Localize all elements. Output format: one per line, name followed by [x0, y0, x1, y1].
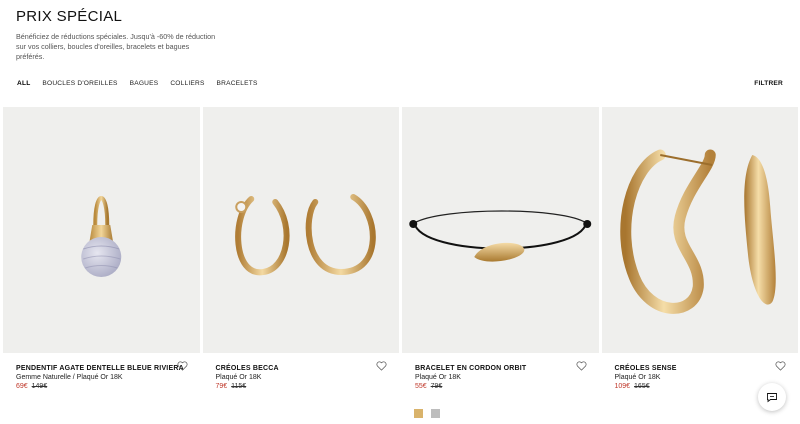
filter-all[interactable]: ALL — [17, 80, 30, 87]
product-material: Plaqué Or 18K — [415, 374, 461, 381]
chat-button[interactable] — [758, 383, 786, 411]
becca-hoops-image — [234, 194, 376, 276]
original-price: 79€ — [430, 383, 443, 390]
filter-earrings[interactable]: BOUCLES D'OREILLES — [42, 80, 117, 87]
product-image-sense[interactable] — [601, 107, 798, 353]
product-card[interactable]: PENDENTIF AGATE DENTELLE BLEUE RIVIERA G… — [3, 107, 200, 390]
product-material: Gemme Naturelle / Plaqué Or 18K — [16, 374, 123, 381]
product-card[interactable]: CRÉOLES BECCA Plaqué Or 18K 79€ 115€ — [202, 107, 400, 390]
original-price: 165€ — [634, 383, 650, 390]
product-card[interactable]: CRÉOLES SENSE Plaqué Or 18K 109€ 165€ — [601, 107, 798, 390]
sale-price: 69€ — [16, 383, 28, 390]
filter-rings[interactable]: BAGUES — [130, 80, 159, 87]
product-image-becca[interactable] — [202, 107, 399, 353]
heart-icon[interactable] — [775, 361, 786, 371]
filter-bracelets[interactable]: BRACELETS — [217, 80, 258, 87]
page-header: PRIX SPÉCIAL Bénéficiez de réductions sp… — [16, 8, 216, 62]
original-price: 149€ — [31, 383, 48, 390]
sale-price: 79€ — [215, 383, 228, 390]
filter-button[interactable]: FILTRER — [754, 80, 783, 87]
product-name[interactable]: CRÉOLES SENSE — [615, 365, 787, 372]
product-name[interactable]: CRÉOLES BECCA — [216, 365, 388, 372]
product-name[interactable]: PENDENTIF AGATE DENTELLE BLEUE RIVIERA — [16, 365, 188, 372]
heart-icon[interactable] — [576, 361, 587, 371]
heart-icon[interactable] — [376, 361, 387, 371]
cord-bracelet-image — [409, 210, 592, 262]
product-material: Plaqué Or 18K — [215, 374, 262, 381]
page-description: Bénéficiez de réductions spéciales. Jusq… — [16, 32, 216, 61]
filter-necklaces[interactable]: COLLIERS — [170, 80, 204, 87]
product-info: BRACELET EN CORDON ORBIT Plaqué Or 18K 5… — [402, 353, 599, 390]
product-material: Plaqué Or 18K — [614, 374, 661, 381]
pendant-image — [81, 196, 122, 277]
color-swatches — [414, 409, 440, 418]
gold-swatch[interactable] — [414, 409, 423, 418]
silver-swatch[interactable] — [431, 409, 440, 418]
chat-icon — [767, 392, 777, 402]
product-image-bracelet[interactable] — [402, 107, 599, 353]
product-price: 79€ 115€ — [216, 383, 388, 390]
sale-price: 55€ — [415, 383, 427, 390]
heart-icon[interactable] — [177, 361, 188, 371]
page-title: PRIX SPÉCIAL — [16, 8, 123, 25]
original-price: 115€ — [231, 383, 247, 390]
product-card[interactable]: BRACELET EN CORDON ORBIT Plaqué Or 18K 5… — [402, 107, 599, 390]
product-info: CRÉOLES BECCA Plaqué Or 18K 79€ 115€ — [203, 353, 400, 390]
product-grid: PENDENTIF AGATE DENTELLE BLEUE RIVIERA G… — [3, 107, 800, 390]
product-info: PENDENTIF AGATE DENTELLE BLEUE RIVIERA G… — [3, 353, 200, 390]
product-image-pendant[interactable] — [3, 107, 200, 353]
sense-hoops-image — [619, 149, 776, 314]
product-price: 69€ 149€ — [16, 383, 188, 390]
category-filters: ALL BOUCLES D'OREILLES BAGUES COLLIERS B… — [17, 80, 258, 87]
product-name[interactable]: BRACELET EN CORDON ORBIT — [415, 365, 587, 372]
product-price: 55€ 79€ — [415, 383, 587, 390]
sale-price: 109€ — [614, 383, 631, 390]
